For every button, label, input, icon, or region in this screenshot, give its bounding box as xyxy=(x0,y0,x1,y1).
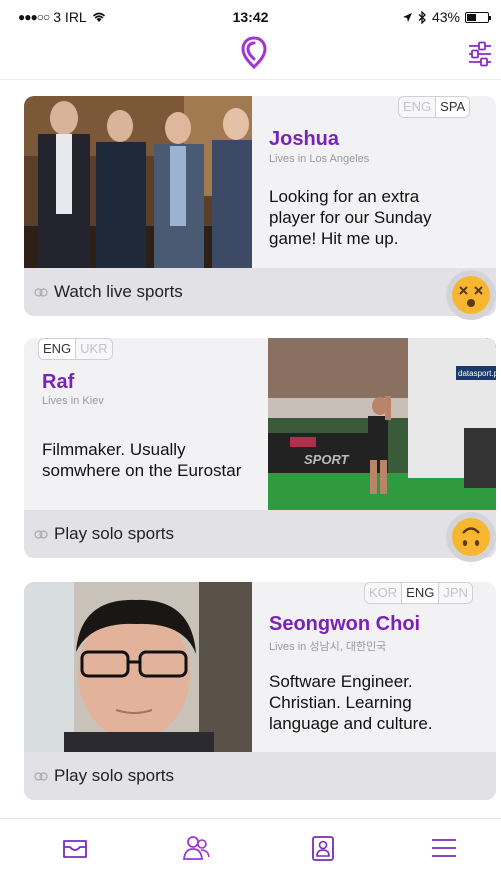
profile-bio: Filmmaker. Usually somwhere on the Euros… xyxy=(42,440,242,480)
link-icon xyxy=(34,287,48,297)
language-eng[interactable]: ENG xyxy=(401,583,440,603)
language-selector[interactable]: ENG UKR xyxy=(38,338,113,360)
battery-fill xyxy=(467,13,476,21)
activity-row[interactable]: Play solo sports xyxy=(24,510,496,558)
people-icon[interactable] xyxy=(181,833,211,863)
language-jpn[interactable]: JPN xyxy=(439,583,472,603)
language-spa[interactable]: SPA xyxy=(435,97,470,117)
profile-location: Lives in Kiev xyxy=(42,395,104,407)
status-right: 43% xyxy=(402,9,491,25)
race-finish-photo: SPORT datasport.p xyxy=(268,338,496,510)
profile-location: Lives in 성남시, 대한민국 xyxy=(269,641,387,653)
menu-icon[interactable] xyxy=(429,833,459,863)
battery-percent: 43% xyxy=(431,9,460,25)
location-arrow-icon xyxy=(402,12,412,22)
group-photo xyxy=(24,96,252,268)
language-selector[interactable]: KOR ENG JPN xyxy=(364,582,473,604)
profile-name[interactable]: Seongwon Choi xyxy=(269,613,420,636)
datasport-sign-text: datasport.p xyxy=(458,369,496,378)
bluetooth-icon xyxy=(418,10,426,24)
battery-icon xyxy=(465,11,491,23)
profile-card[interactable]: SPORT datasport.p ENG UKR Raf Lives in K… xyxy=(24,338,496,558)
profile-bio: Looking for an extra player for our Sund… xyxy=(269,187,432,248)
language-selector[interactable]: ENG SPA xyxy=(398,96,471,118)
profile-card[interactable]: KOR ENG JPN Seongwon Choi Lives in 성남시, … xyxy=(24,582,496,800)
profile-location: Lives in Los Angeles xyxy=(269,153,370,165)
location-pin-logo-icon[interactable] xyxy=(240,36,268,70)
profile-photo[interactable] xyxy=(24,96,252,268)
activity-label: Play solo sports xyxy=(54,524,174,543)
language-eng[interactable]: ENG xyxy=(399,97,436,117)
language-kor[interactable]: KOR xyxy=(365,583,402,603)
bottom-tab-bar xyxy=(0,818,501,875)
status-bar: ●●●○○ 3 IRL 13:42 43% xyxy=(0,0,501,28)
activity-row[interactable]: Play solo sports xyxy=(24,752,496,800)
activity-label: Watch live sports xyxy=(54,282,183,301)
profile-photo[interactable]: SPORT datasport.p xyxy=(268,338,496,510)
inbox-icon[interactable] xyxy=(60,833,90,863)
link-icon xyxy=(34,771,48,781)
language-eng[interactable]: ENG xyxy=(39,339,77,359)
profile-card-icon[interactable] xyxy=(308,833,338,863)
dizzy-face-emoji[interactable] xyxy=(446,270,496,320)
app-header xyxy=(0,28,501,80)
language-ukr[interactable]: UKR xyxy=(76,339,112,359)
link-icon xyxy=(34,529,48,539)
profile-bio: Software Engineer. Christian. Learning l… xyxy=(269,672,433,733)
activity-row[interactable]: Watch live sports xyxy=(24,268,496,316)
activity-label: Play solo sports xyxy=(54,766,174,785)
profile-card[interactable]: ENG SPA Joshua Lives in Los Angeles Look… xyxy=(24,96,496,316)
profile-photo[interactable] xyxy=(24,582,252,754)
profile-name[interactable]: Raf xyxy=(42,371,74,394)
portrait-photo xyxy=(24,582,252,754)
sliders-icon[interactable] xyxy=(467,38,493,70)
sport-banner-text: SPORT xyxy=(304,452,350,467)
profile-name[interactable]: Joshua xyxy=(269,128,339,151)
upside-down-face-emoji[interactable] xyxy=(446,512,496,562)
